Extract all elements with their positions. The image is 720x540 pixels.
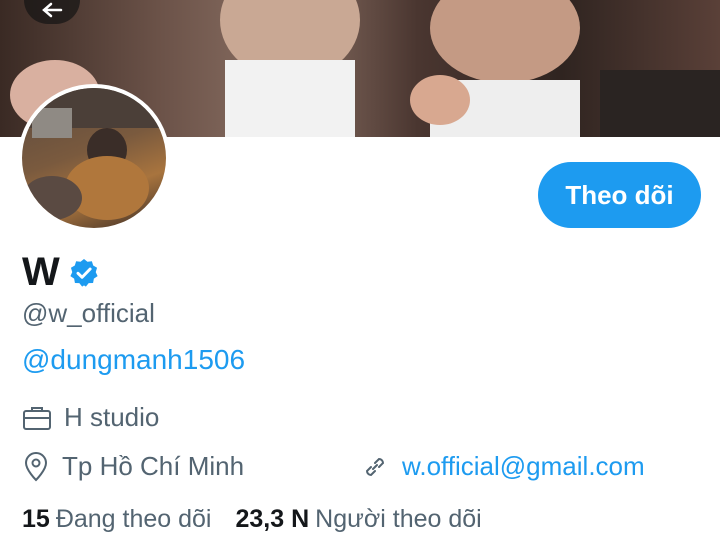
website-link[interactable]: w.official@gmail.com <box>402 451 645 482</box>
followers-label[interactable]: Người theo dõi <box>315 505 482 534</box>
work-label: H studio <box>64 402 160 432</box>
bio-mention-link[interactable]: @dungmanh1506 <box>22 344 245 376</box>
profile-handle: @w_official <box>22 298 155 328</box>
avatar-photo <box>22 88 166 220</box>
followers-count[interactable]: 23,3 N <box>236 505 310 534</box>
briefcase-icon <box>23 406 51 430</box>
following-label[interactable]: Đang theo dõi <box>56 505 212 534</box>
work-info: H studio <box>22 402 159 433</box>
avatar[interactable] <box>18 84 170 232</box>
profile-name: W <box>22 250 60 294</box>
following-count[interactable]: 15 <box>22 505 50 534</box>
location-info: Tp Hồ Chí Minh <box>22 451 244 482</box>
location-pin-icon <box>24 451 48 481</box>
follow-stats: 15 Đang theo dõi 23,3 N Người theo dõi <box>22 505 506 534</box>
verified-badge-icon <box>70 258 98 287</box>
location-label: Tp Hồ Chí Minh <box>62 451 245 481</box>
website-info[interactable]: w.official@gmail.com <box>360 451 645 482</box>
back-arrow-icon <box>42 2 63 18</box>
follow-button[interactable]: Theo dõi <box>538 162 701 228</box>
name-row: W <box>22 250 100 295</box>
link-icon <box>365 457 385 476</box>
